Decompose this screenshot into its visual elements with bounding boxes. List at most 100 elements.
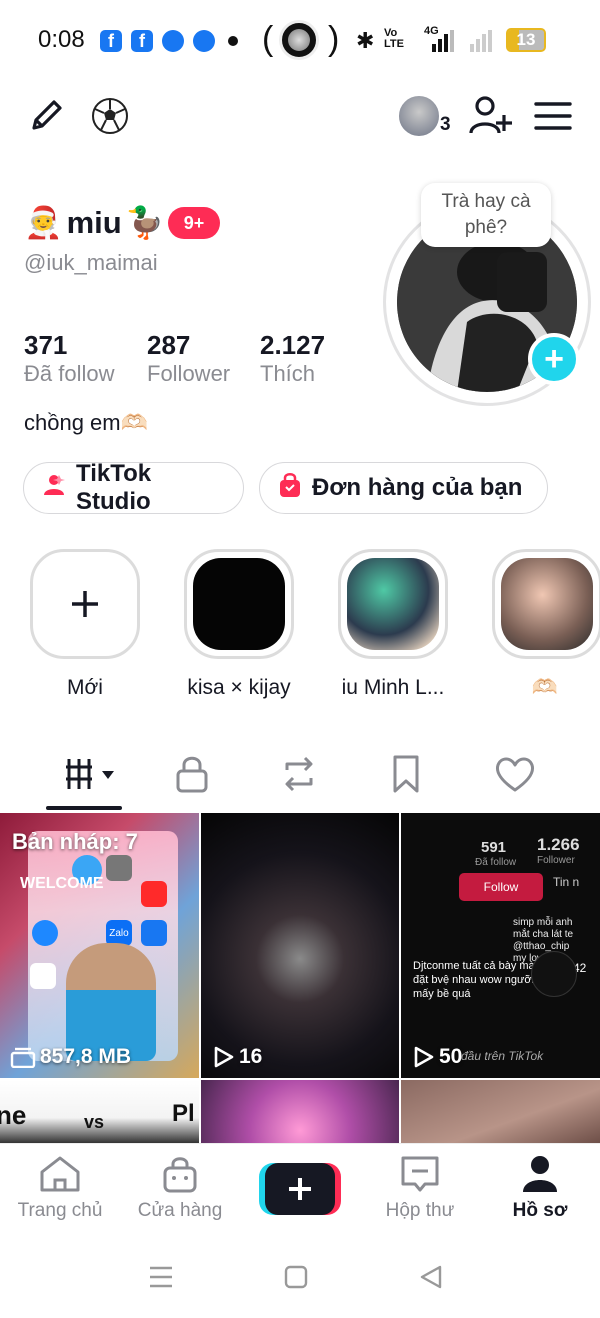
- videos-tab-grid-icon[interactable]: [64, 752, 120, 796]
- plus-icon: [39, 558, 131, 650]
- liked-tab-heart-icon[interactable]: [493, 752, 537, 796]
- facebook-app-icon: [141, 920, 167, 946]
- nav-home-label: Trang chủ: [17, 1200, 103, 1221]
- embedded-follow-button: Follow: [459, 873, 543, 901]
- video-tile[interactable]: [401, 1080, 600, 1143]
- user-handle: @iuk_maimai: [24, 250, 158, 275]
- profile-icon: [523, 1156, 557, 1192]
- embedded-follow-count: 591: [481, 839, 507, 856]
- tiktok-studio-button[interactable]: TikTok Studio: [23, 460, 244, 515]
- orders-button[interactable]: Đơn hàng của bạn: [259, 462, 548, 514]
- status-bar: 0:08 f f ( ) ✱ Vo LTE 4G 13: [0, 0, 600, 80]
- video-tile[interactable]: ne vs Pl: [0, 1080, 199, 1143]
- agribank-app-icon: [30, 963, 56, 989]
- child-figure: [66, 943, 156, 1061]
- inbox-icon: [401, 1156, 439, 1192]
- video-tile[interactable]: 591 Đã follow 1.266 Follower Follow Tin …: [401, 813, 600, 1078]
- nav-shop-label: Cửa hàng: [137, 1200, 223, 1221]
- stack-icon: [10, 1047, 36, 1068]
- home-icon: [40, 1156, 80, 1192]
- highlight-label: iu Minh L...: [341, 676, 445, 699]
- embedded-tin-label: Tin n: [553, 875, 580, 889]
- view-count-value: 50: [439, 1045, 463, 1068]
- reposts-tab-repost-icon[interactable]: [277, 752, 321, 796]
- nav-profile[interactable]: Hồ sơ: [480, 1154, 600, 1222]
- embedded-bottom-caption: đầu trên TikTok: [461, 1049, 544, 1063]
- battery-level: 13: [508, 30, 544, 50]
- video-tile[interactable]: [201, 1080, 399, 1143]
- status-time: 0:08: [38, 26, 85, 53]
- play-icon: [214, 1046, 234, 1068]
- create-button[interactable]: [259, 1163, 341, 1215]
- signal-bars-icon: [470, 30, 494, 52]
- follower-label: Follower: [147, 361, 231, 386]
- thumbnail-vs-text: vs: [84, 1112, 105, 1132]
- bio-text: chồng em🫶🏻: [24, 410, 149, 435]
- add-story-plus-icon[interactable]: +: [528, 333, 580, 385]
- nav-inbox[interactable]: Hộp thư: [360, 1154, 480, 1222]
- thumbnail-text: Pl: [172, 1100, 195, 1127]
- highlight-item[interactable]: [184, 549, 294, 659]
- active-tab-indicator: [46, 806, 122, 810]
- recording-bracket-icon: ): [328, 20, 340, 58]
- highlight-label: 🫶🏻: [531, 676, 559, 699]
- create-plus-icon: [265, 1163, 335, 1215]
- messenger-notification-icon: [193, 30, 215, 52]
- shop-bag-icon: [163, 1157, 197, 1193]
- new-highlight-button[interactable]: [30, 549, 140, 659]
- more-notifications-icon: [228, 36, 238, 46]
- highlight-label: Mới: [67, 676, 103, 699]
- highlight-thumbnail: [347, 558, 439, 650]
- display-name-text: miu: [66, 204, 122, 240]
- embedded-follow-label: Đã follow: [475, 857, 517, 868]
- stat-likes[interactable]: 2.127 Thích: [260, 330, 325, 387]
- display-name: 🧑‍🎄 miu 🦆: [24, 204, 164, 241]
- nav-profile-label: Hồ sơ: [512, 1200, 568, 1221]
- shopping-bag-icon: [278, 472, 302, 505]
- wallpaper-text: WELCOME: [20, 875, 104, 892]
- drafts-tile[interactable]: WELCOME Zalo Bản nháp: 7 857,8 MB: [0, 813, 199, 1078]
- menu-icon[interactable]: [530, 94, 576, 138]
- likes-count: 2.127: [260, 330, 326, 360]
- highlight-item[interactable]: [338, 549, 448, 659]
- embedded-follower-count: 1.266: [537, 835, 580, 854]
- nav-shop[interactable]: Cửa hàng: [120, 1154, 240, 1222]
- edit-pencil-icon[interactable]: [22, 94, 70, 138]
- recording-bracket-icon: (: [262, 20, 274, 58]
- notification-badge[interactable]: 9+: [168, 207, 220, 239]
- following-label: Đã follow: [24, 361, 115, 386]
- facebook-notification-icon: f: [100, 30, 122, 52]
- soccer-ball-icon[interactable]: [88, 94, 132, 138]
- note-bubble[interactable]: Trà hay cà phê?: [421, 183, 551, 247]
- screen-recording-icon[interactable]: [279, 20, 319, 60]
- view-count: 16: [213, 1045, 262, 1069]
- highlight-thumbnail: [193, 558, 285, 650]
- video-tile[interactable]: 16: [201, 813, 399, 1078]
- bluetooth-icon: ✱: [356, 28, 375, 53]
- following-count: 371: [24, 330, 68, 360]
- facebook-notification-icon: f: [131, 30, 153, 52]
- highlight-item[interactable]: [492, 549, 600, 659]
- account-switch-avatar[interactable]: [397, 94, 441, 138]
- draft-size: 857,8 MB: [10, 1045, 131, 1069]
- thumbnail-text: ne: [0, 1100, 27, 1130]
- likes-label: Thích: [260, 361, 316, 386]
- stat-following[interactable]: 371 Đã follow: [24, 330, 114, 387]
- recent-apps-icon[interactable]: [148, 1264, 174, 1295]
- embedded-avatar: [531, 951, 577, 997]
- view-count-value: 16: [239, 1045, 263, 1068]
- volte-label: Vo LTE: [384, 27, 404, 50]
- back-button-icon[interactable]: [418, 1264, 444, 1295]
- nav-inbox-label: Hộp thư: [385, 1200, 455, 1221]
- draft-size-value: 857,8 MB: [40, 1045, 132, 1068]
- nav-home[interactable]: Trang chủ: [0, 1154, 120, 1222]
- private-tab-lock-icon[interactable]: [170, 752, 214, 796]
- add-friend-icon[interactable]: [464, 92, 514, 140]
- home-button-icon[interactable]: [284, 1265, 308, 1294]
- favorites-tab-bookmark-icon[interactable]: [384, 752, 428, 796]
- studio-person-icon: [42, 473, 66, 504]
- stat-followers[interactable]: 287 Follower: [147, 330, 230, 387]
- tiktok-studio-label: TikTok Studio: [76, 460, 152, 515]
- embedded-follower-label: Follower: [537, 855, 575, 866]
- orders-label: Đơn hàng của bạn: [312, 474, 523, 501]
